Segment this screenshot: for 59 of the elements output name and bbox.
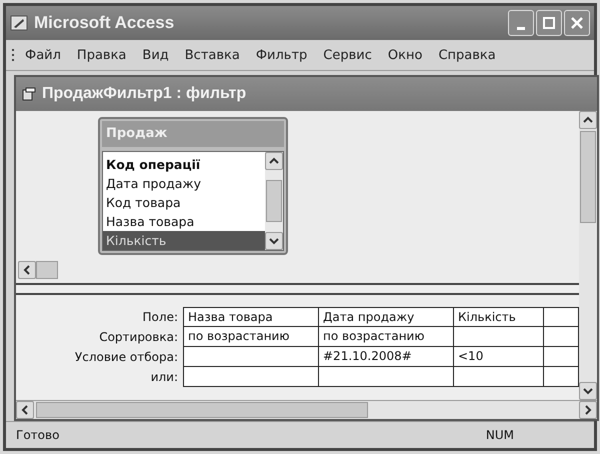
pane-scrollbar[interactable] xyxy=(18,261,58,279)
chevron-right-icon xyxy=(584,405,592,415)
grid-cell[interactable]: Кількість xyxy=(453,307,544,327)
vertical-scrollbar[interactable] xyxy=(579,111,597,400)
grid-cell[interactable] xyxy=(543,367,579,387)
close-icon xyxy=(570,16,584,30)
grid-cell[interactable]: по возрастанию xyxy=(183,327,319,347)
grid-cell[interactable] xyxy=(543,327,579,347)
field-item[interactable]: Дата продажу xyxy=(103,174,265,193)
chevron-down-icon xyxy=(269,237,279,245)
window-title: Microsoft Access xyxy=(34,13,174,33)
chevron-up-icon xyxy=(269,157,279,165)
minimize-icon xyxy=(517,26,525,30)
chevron-up-icon xyxy=(583,116,593,124)
grid-cell[interactable] xyxy=(453,327,544,347)
menu-item[interactable]: Правка xyxy=(70,46,132,64)
grid-cell[interactable] xyxy=(183,347,319,367)
chevron-left-icon xyxy=(23,265,31,275)
menu-item[interactable]: Справка xyxy=(432,46,502,64)
field-item[interactable]: Код товара xyxy=(103,193,265,212)
grid-cell[interactable]: Назва товара xyxy=(183,307,319,327)
grid-cell[interactable] xyxy=(318,367,454,387)
grid-cell[interactable] xyxy=(543,307,579,327)
field-item[interactable]: Кількість xyxy=(103,231,265,250)
menu-item[interactable]: Вид xyxy=(136,46,175,64)
menu-item[interactable]: Фильтр xyxy=(250,46,314,64)
child-window-title: ПродажФильтр1 : фильтр xyxy=(42,85,246,103)
row-label: или: xyxy=(150,369,179,386)
status-text: Готово xyxy=(16,428,60,442)
row-label: Поле: xyxy=(142,309,179,326)
horizontal-scrollbar[interactable] xyxy=(16,400,597,419)
menu-item[interactable]: Окно xyxy=(382,46,428,64)
filter-icon xyxy=(22,87,36,101)
grid-cell[interactable] xyxy=(543,347,579,367)
close-button[interactable] xyxy=(564,10,590,36)
app-icon xyxy=(10,14,28,32)
field-list-title: Продаж xyxy=(102,121,284,147)
grid-cell[interactable]: <10 xyxy=(453,347,544,367)
maximize-icon xyxy=(542,16,556,30)
row-label: Условие отбора: xyxy=(74,349,179,366)
field-item[interactable]: Назва товара xyxy=(103,212,265,231)
grid-cell[interactable]: Дата продажу xyxy=(318,307,454,327)
pane-splitter[interactable] xyxy=(16,283,579,295)
menu-item[interactable]: Сервис xyxy=(317,46,378,64)
chevron-down-icon xyxy=(583,387,593,395)
grid-cell[interactable] xyxy=(183,367,319,387)
field-item[interactable]: Код операції xyxy=(103,155,265,174)
chevron-left-icon xyxy=(21,405,29,415)
num-lock-indicator: NUM xyxy=(486,428,514,442)
grid-cell[interactable]: #21.10.2008# xyxy=(318,347,454,367)
grid-cell[interactable] xyxy=(453,367,544,387)
menu-item[interactable]: Файл xyxy=(19,46,67,64)
minimize-button[interactable] xyxy=(508,10,534,36)
toolbar-grip-icon xyxy=(12,48,15,62)
maximize-button[interactable] xyxy=(536,10,562,36)
row-label: Сортировка: xyxy=(98,329,179,346)
grid-cell[interactable]: по возрастанию xyxy=(318,327,454,347)
menu-item[interactable]: Вставка xyxy=(178,46,246,64)
list-scrollbar[interactable] xyxy=(265,152,283,250)
